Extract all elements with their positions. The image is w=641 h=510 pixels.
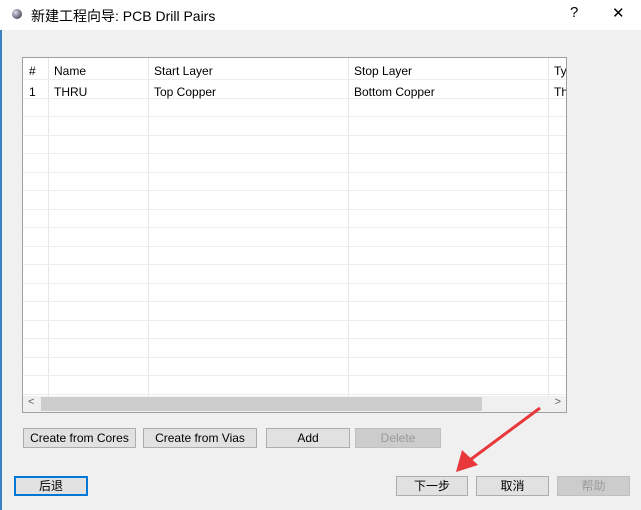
red-arrow-annotation <box>456 406 541 472</box>
